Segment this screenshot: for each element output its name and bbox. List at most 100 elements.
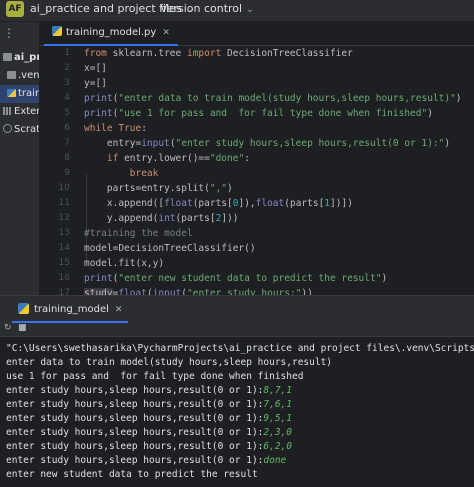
tab-training-model-py[interactable]: training_model.py ✕	[44, 22, 178, 46]
console-input: 8,7,1	[263, 385, 292, 396]
console-text: enter data to train model(study hours,sl…	[6, 357, 333, 368]
tree-item-training-file[interactable]: trainin	[0, 85, 39, 103]
console-text: use 1 for pass and for fail type done wh…	[6, 371, 304, 382]
console-line: use 1 for pass and for fail type done wh…	[6, 370, 303, 384]
console-line: enter study hours,sleep hours,result(0 o…	[6, 454, 286, 468]
python-file-icon	[18, 303, 29, 314]
console-text: enter study hours,sleep hours,result(0 o…	[6, 385, 264, 396]
scratches-icon	[3, 124, 12, 133]
python-file-icon	[52, 26, 62, 36]
code-line: print("use 1 for pass and for fail type …	[84, 108, 433, 119]
console-line: enter study hours,sleep hours,result(0 o…	[6, 412, 292, 426]
tree-item-label: External	[14, 106, 40, 117]
line-number: 15	[58, 258, 70, 268]
editor-tab-bar: training_model.py ✕	[40, 22, 474, 46]
version-control-menu[interactable]: Version control ⌄	[160, 2, 254, 15]
tree-item-project-root[interactable]: ai_practi	[0, 49, 39, 67]
run-toolbar: ↻ ■	[0, 323, 474, 337]
console-input: done	[263, 455, 287, 466]
line-number: 6	[64, 123, 70, 133]
code-editor[interactable]: from sklearn.tree import DecisionTreeCla…	[84, 46, 474, 295]
code-line: #training the model	[84, 228, 193, 239]
chevron-down-icon: ⌄	[246, 5, 254, 15]
line-number: 11	[58, 198, 70, 208]
code-line: break	[129, 168, 159, 179]
tab-label: training_model.py	[66, 27, 157, 38]
rerun-icon[interactable]: ↻	[4, 323, 12, 333]
tree-item-label: .venv	[18, 70, 40, 81]
more-options-icon[interactable]: ⋮	[3, 26, 16, 40]
console-input: 7,6,1	[263, 399, 292, 410]
folder-icon	[3, 53, 12, 61]
code-line: from sklearn.tree import DecisionTreeCla…	[84, 48, 353, 59]
tree-item-external-libraries[interactable]: External	[0, 103, 40, 121]
line-number: 3	[64, 78, 70, 88]
close-icon[interactable]: ✕	[115, 305, 123, 315]
code-line: print("enter data to train model(study h…	[84, 93, 462, 104]
line-number: 10	[58, 183, 70, 193]
version-control-label: Version control	[160, 2, 243, 15]
tree-item-scratches[interactable]: Scratche	[0, 121, 40, 139]
console-text: enter study hours,sleep hours,result(0 o…	[6, 399, 264, 410]
console-input: 2,3,0	[263, 427, 292, 438]
python-file-icon	[7, 89, 16, 97]
line-number: 8	[64, 153, 70, 163]
run-tab-bar: training_model ✕	[0, 296, 474, 323]
tree-item-venv[interactable]: .venv	[0, 67, 40, 85]
line-number: 16	[58, 273, 70, 283]
code-line: x.append([float(parts[0]),float(parts[1]…	[84, 198, 353, 209]
tree-item-label: Scratche	[14, 124, 40, 135]
project-avatar[interactable]: AF	[6, 1, 24, 17]
title-bar: AF ai_practice and project files ⌄ Versio…	[0, 0, 474, 22]
project-panel-header: ⋮	[0, 22, 39, 47]
line-number: 4	[64, 93, 70, 103]
stop-icon[interactable]: ■	[18, 323, 27, 333]
tree-item-label: ai_practi	[14, 52, 39, 63]
console-text: enter study hours,sleep hours,result(0 o…	[6, 427, 264, 438]
console-text: "C:\Users\swethasarika\PycharmProjects\a…	[6, 343, 474, 354]
project-tool-window: ⋮ ai_practi .venv trainin External Scrat…	[0, 22, 40, 295]
console-line: enter study hours,sleep hours,result(0 o…	[6, 440, 292, 454]
console-input: 9,5,1	[263, 413, 292, 424]
console-line: "C:\Users\swethasarika\PycharmProjects\a…	[6, 342, 474, 356]
console-line: enter new student data to predict the re…	[6, 468, 258, 482]
library-icon	[3, 107, 12, 115]
console-input: 6,2,0	[263, 441, 292, 452]
console-line: enter data to train model(study hours,sl…	[6, 356, 332, 370]
line-number: 13	[58, 228, 70, 238]
close-icon[interactable]: ✕	[162, 28, 170, 38]
line-number: 5	[64, 108, 70, 118]
code-line: parts=entry.split(",")	[84, 183, 233, 194]
tree-item-label: trainin	[18, 88, 39, 99]
run-tab-label: training_model	[34, 304, 109, 315]
code-line: y=[]	[84, 78, 107, 89]
tab-run-training-model[interactable]: training_model ✕	[12, 296, 129, 323]
line-number-gutter: 1 2 3 4 5 6 7 8 9 10 11 12 13 14 15 16 1…	[40, 46, 76, 295]
console-text: enter study hours,sleep hours,result(0 o…	[6, 441, 264, 452]
console-line: enter study hours,sleep hours,result(0 o…	[6, 384, 292, 398]
project-name: ai_practice and project files	[30, 2, 182, 15]
folder-icon	[7, 71, 16, 79]
line-number: 12	[58, 213, 70, 223]
code-line: while True:	[84, 123, 147, 134]
code-line: x=[]	[84, 63, 107, 74]
console-text: enter new student data to predict the re…	[6, 469, 258, 480]
line-number: 2	[64, 63, 70, 73]
line-number: 7	[64, 138, 70, 148]
console-line: enter study hours,sleep hours,result(0 o…	[6, 398, 292, 412]
console-output[interactable]: "C:\Users\swethasarika\PycharmProjects\a…	[0, 340, 474, 487]
code-line: y.append(int(parts[2]))	[84, 213, 239, 224]
run-tool-window: training_model ✕ ↻ ■ "C:\Users\swethasari…	[0, 295, 474, 487]
line-number: 17	[58, 288, 70, 295]
line-number: 1	[64, 48, 70, 58]
code-line: model.fit(x,y)	[84, 258, 165, 269]
line-number: 9	[64, 168, 70, 178]
line-number: 14	[58, 243, 70, 253]
code-line: study=float(input("enter study hours:"))	[84, 286, 313, 295]
code-line: model=DecisionTreeClassifier()	[84, 243, 256, 254]
code-line: entry=input("enter study hours,sleep hou…	[84, 138, 451, 149]
console-text: enter study hours,sleep hours,result(0 o…	[6, 455, 264, 466]
code-line: print("enter new student data to predict…	[84, 273, 388, 284]
console-line: enter study hours,sleep hours,result(0 o…	[6, 426, 292, 440]
code-line: if entry.lower()=="done":	[106, 153, 250, 164]
